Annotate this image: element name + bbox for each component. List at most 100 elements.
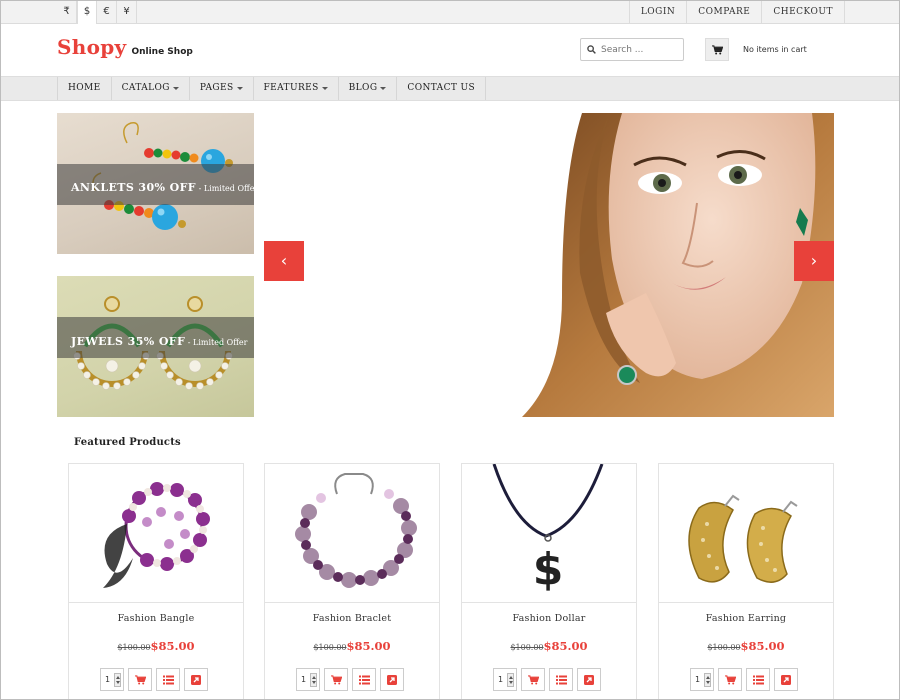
quantity-stepper[interactable]: 1 (100, 668, 124, 691)
search-box (580, 38, 684, 61)
product-name[interactable]: Fashion Bangle (69, 613, 243, 624)
quantity-value: 1 (301, 675, 307, 684)
compare-button[interactable] (352, 668, 376, 691)
product-name[interactable]: Fashion Dollar (462, 613, 636, 624)
currency-rupee[interactable]: ₹ (57, 0, 77, 24)
quick-view-button[interactable] (184, 668, 208, 691)
slider-prev-button[interactable]: ‹ (264, 241, 304, 281)
promo-subtitle: - Limited Offer (196, 184, 254, 193)
product-image[interactable] (265, 464, 439, 603)
stepper-arrows-icon[interactable] (114, 673, 121, 687)
cart-icon (528, 675, 539, 685)
logo[interactable]: Shopy Online Shop (57, 35, 193, 59)
promo-caption: JEWELS 35% OFF - Limited Offer (71, 330, 247, 349)
compare-button[interactable] (746, 668, 770, 691)
promo-title: JEWELS 35% OFF (71, 335, 186, 348)
top-bar: ₹ $ € ¥ LOGIN COMPARE CHECKOUT (0, 0, 900, 24)
cart-status: No items in cart (743, 45, 807, 54)
product-card[interactable]: $ Fashion Dollar $100.00$85.00 1 (461, 463, 637, 700)
stepper-arrows-icon[interactable] (310, 673, 317, 687)
stepper-arrows-icon[interactable] (507, 673, 514, 687)
promo-caption: ANKLETS 30% OFF - Limited Offer (71, 176, 254, 195)
bracelet-image (295, 473, 417, 588)
list-icon (556, 675, 567, 685)
chevron-left-icon: ‹ (280, 251, 288, 270)
nav-catalog[interactable]: CATALOG (110, 77, 189, 100)
add-to-cart-button[interactable] (128, 668, 152, 691)
chevron-down-icon (380, 87, 387, 90)
product-image[interactable] (659, 464, 833, 603)
nav-pages-label: PAGES (199, 83, 234, 93)
product-old-price: $100.00 (117, 643, 151, 652)
product-name[interactable]: Fashion Earring (659, 613, 833, 624)
nav-contact[interactable]: CONTACT US (396, 77, 487, 100)
cart-icon (331, 675, 342, 685)
logo-tagline: Online Shop (131, 47, 193, 57)
product-card[interactable]: Fashion Earring $100.00$85.00 1 (658, 463, 834, 700)
compare-link[interactable]: COMPARE (686, 0, 761, 24)
product-prices: $100.00$85.00 (462, 635, 636, 654)
logo-name: Shopy (57, 35, 127, 59)
nav-features-label: FEATURES (263, 83, 319, 93)
nav-blog[interactable]: BLOG (337, 77, 397, 100)
add-to-cart-button[interactable] (324, 668, 348, 691)
quantity-value: 1 (695, 675, 701, 684)
product-card[interactable]: Fashion Bangle $100.00$85.00 1 (68, 463, 244, 700)
product-actions: 1 (690, 668, 798, 691)
svg-text:$: $ (533, 544, 564, 595)
promo-anklets[interactable]: ANKLETS 30% OFF - Limited Offer (57, 113, 254, 254)
main-nav-bar: HOME CATALOG PAGES FEATURES BLOG CONTACT… (0, 76, 900, 101)
product-actions: 1 (296, 668, 404, 691)
hoop-earring-image (688, 494, 798, 583)
cart-icon (135, 675, 146, 685)
search-input[interactable] (601, 42, 681, 57)
product-prices: $100.00$85.00 (265, 635, 439, 654)
quick-view-button[interactable] (774, 668, 798, 691)
chevron-right-icon: › (810, 251, 818, 270)
chevron-down-icon (321, 87, 328, 90)
external-link-icon (191, 675, 201, 685)
quantity-stepper[interactable]: 1 (493, 668, 517, 691)
checkout-link[interactable]: CHECKOUT (761, 0, 845, 24)
add-to-cart-button[interactable] (521, 668, 545, 691)
dollar-pendant-image: $ (492, 464, 604, 595)
login-link[interactable]: LOGIN (628, 0, 686, 24)
product-prices: $100.00$85.00 (69, 635, 243, 654)
slider-next-button[interactable]: › (794, 241, 834, 281)
product-card[interactable]: Fashion Braclet $100.00$85.00 1 (264, 463, 440, 700)
add-to-cart-button[interactable] (718, 668, 742, 691)
product-old-price: $100.00 (510, 643, 544, 652)
cart-button[interactable] (705, 38, 729, 61)
stepper-arrows-icon[interactable] (704, 673, 711, 687)
currency-dollar[interactable]: $ (77, 0, 97, 24)
promo-jewels[interactable]: JEWELS 35% OFF - Limited Offer (57, 276, 254, 417)
product-price: $85.00 (543, 639, 588, 653)
nav-pages[interactable]: PAGES (188, 77, 253, 100)
list-icon (753, 675, 764, 685)
currency-euro[interactable]: € (97, 0, 117, 24)
external-link-icon (781, 675, 791, 685)
nav-contact-label: CONTACT US (407, 83, 476, 93)
featured-title: Featured Products (74, 437, 181, 448)
quick-view-button[interactable] (380, 668, 404, 691)
product-name[interactable]: Fashion Braclet (265, 613, 439, 624)
nav-home[interactable]: HOME (57, 77, 111, 100)
nav-home-label: HOME (68, 83, 101, 93)
compare-button[interactable] (549, 668, 573, 691)
product-image[interactable]: $ (462, 464, 636, 603)
hero-slider: ‹ › (264, 113, 834, 417)
search-icon[interactable] (587, 45, 596, 54)
list-icon (359, 675, 370, 685)
compare-button[interactable] (156, 668, 180, 691)
nav-features[interactable]: FEATURES (252, 77, 338, 100)
cart-icon (725, 675, 736, 685)
nav-catalog-label: CATALOG (121, 83, 170, 93)
hero-model-image (522, 113, 834, 417)
currency-yen[interactable]: ¥ (117, 0, 137, 24)
quantity-stepper[interactable]: 1 (296, 668, 320, 691)
promo-title: ANKLETS 30% OFF (71, 181, 197, 194)
product-image[interactable] (69, 464, 243, 603)
external-link-icon (584, 675, 594, 685)
quick-view-button[interactable] (577, 668, 601, 691)
quantity-stepper[interactable]: 1 (690, 668, 714, 691)
